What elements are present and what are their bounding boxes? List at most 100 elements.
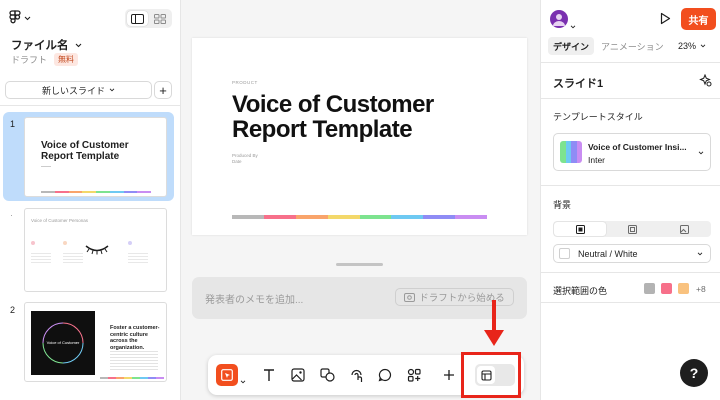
template-style-label: テンプレートスタイル xyxy=(553,112,643,122)
shapes-icon xyxy=(319,368,335,382)
thumb-title: Voice of Customer Report Template xyxy=(41,140,129,162)
slide-rainbow-bar xyxy=(232,215,487,219)
text-tool-button[interactable] xyxy=(258,364,280,386)
selection-color-swatch[interactable] xyxy=(678,283,689,294)
rainbow-segment xyxy=(263,215,296,219)
right-panel: 共有 デザイン アニメーション 23% スライド1 テンプレートスタイル Voi… xyxy=(540,0,720,400)
rainbow-segment xyxy=(423,215,456,219)
bg-gradient-button[interactable] xyxy=(606,222,658,236)
rainbow-segment xyxy=(54,191,69,193)
annotation-arrow-head xyxy=(484,330,504,346)
speaker-notes[interactable]: 発表者のメモを追加... ドラフトから始める xyxy=(192,277,527,319)
text-icon xyxy=(264,369,274,381)
thumb-text-lines xyxy=(128,253,148,263)
divider xyxy=(541,62,720,63)
rainbow-segment xyxy=(232,215,264,219)
background-color-select[interactable]: Neutral / White xyxy=(553,244,711,263)
file-name-button[interactable]: ファイル名 xyxy=(11,37,82,53)
thumb-text-lines xyxy=(63,253,83,263)
slide-thumbnail-2[interactable]: Voice of Customer Foster a customer-cent… xyxy=(24,302,167,382)
selection-color-swatch[interactable] xyxy=(644,283,655,294)
new-slide-button[interactable]: 新しいスライド xyxy=(5,81,152,99)
chevron-down-icon xyxy=(700,44,706,48)
chevron-down-icon xyxy=(109,88,115,92)
grid-icon xyxy=(153,13,166,24)
thumb-dot xyxy=(31,241,35,245)
rainbow-segment xyxy=(100,377,108,379)
thumb-rainbow-bar xyxy=(100,377,164,379)
interactive-tool-button[interactable] xyxy=(345,364,367,386)
more-colors-count[interactable]: +8 xyxy=(696,284,706,294)
template-style-picker[interactable]: Voice of Customer Insi... Inter xyxy=(553,133,711,171)
selection-color-swatch[interactable] xyxy=(661,283,672,294)
grid-view-button[interactable] xyxy=(150,11,171,26)
avatar-menu[interactable] xyxy=(570,16,576,34)
slide-number: 1 xyxy=(10,119,16,129)
slide-settings-button[interactable] xyxy=(699,73,712,92)
add-slide-button[interactable]: + xyxy=(154,81,172,99)
thumb-heading: Foster a customer-centric culture across… xyxy=(110,325,160,351)
tab-design[interactable]: デザイン xyxy=(548,37,595,55)
comment-tool-button[interactable] xyxy=(374,364,396,386)
divider xyxy=(0,105,180,106)
template-name: Voice of Customer Insi... xyxy=(588,142,687,152)
share-button[interactable]: 共有 xyxy=(681,8,716,30)
rainbow-segment xyxy=(137,191,151,193)
view-toggle[interactable] xyxy=(125,9,172,28)
chevron-down-icon xyxy=(75,43,81,47)
slide-canvas[interactable]: PRODUCT Voice of Customer Report Templat… xyxy=(192,38,527,235)
select-tool-button[interactable] xyxy=(216,364,238,386)
rainbow-segment xyxy=(108,377,116,379)
rainbow-segment xyxy=(116,377,124,379)
thumb-text-lines xyxy=(110,351,158,371)
single-view-button[interactable] xyxy=(127,11,148,26)
notes-resize-handle[interactable] xyxy=(336,263,383,266)
rainbow-segment xyxy=(124,377,132,379)
selection-colors-label: 選択範囲の色 xyxy=(553,286,608,296)
bg-solid-button[interactable] xyxy=(554,222,606,236)
bg-image-button[interactable] xyxy=(658,222,710,236)
slide-thumbnail-1[interactable]: Voice of Customer Report Template xyxy=(24,117,167,197)
chevron-down-icon xyxy=(240,380,246,384)
slide-heading: スライド1 xyxy=(553,78,604,90)
start-from-draft-button[interactable]: ドラフトから始める xyxy=(395,288,514,306)
rainbow-segment xyxy=(68,191,83,193)
shape-tool-button[interactable] xyxy=(316,364,338,386)
thumb-dot xyxy=(128,241,132,245)
image-tool-button[interactable] xyxy=(287,364,309,386)
draft-image-icon xyxy=(404,292,416,302)
cursor-icon xyxy=(221,369,233,381)
zoom-menu[interactable]: 23% xyxy=(678,37,706,55)
rainbow-segment xyxy=(156,377,164,379)
slide-label: PRODUCT xyxy=(232,80,258,85)
thumb-dark-image: Voice of Customer xyxy=(31,311,95,375)
zoom-value: 23% xyxy=(678,41,697,51)
slide-title[interactable]: Voice of Customer Report Template xyxy=(232,92,434,142)
avatar[interactable] xyxy=(550,10,568,28)
thumb-title: Voice of Customer Personas xyxy=(31,218,89,223)
rainbow-segment xyxy=(455,215,487,219)
file-name: ファイル名 xyxy=(11,40,69,52)
tab-animation[interactable]: アニメーション xyxy=(601,37,664,55)
rainbow-segment xyxy=(148,377,156,379)
rainbow-segment xyxy=(295,215,328,219)
background-label: 背景 xyxy=(553,200,572,210)
user-icon xyxy=(553,14,565,26)
background-value: Neutral / White xyxy=(578,248,638,259)
rainbow-segment xyxy=(109,191,124,193)
background-type-segmented[interactable] xyxy=(553,221,711,237)
present-button[interactable] xyxy=(660,12,671,30)
rainbow-segment xyxy=(82,191,96,193)
select-tool-menu[interactable] xyxy=(240,371,246,389)
plus-icon: + xyxy=(159,82,167,98)
main-menu-button[interactable] xyxy=(9,10,31,26)
chevron-down-icon xyxy=(570,25,576,29)
thumb-center-label: Voice of Customer xyxy=(46,340,80,345)
add-button[interactable] xyxy=(438,364,460,386)
rainbow-segment xyxy=(327,215,360,219)
assets-tool-button[interactable] xyxy=(403,364,425,386)
color-swatch xyxy=(559,248,570,259)
help-button[interactable]: ? xyxy=(680,359,708,387)
slide-thumbnail-personas[interactable]: Voice of Customer Personas xyxy=(24,208,167,292)
rainbow-segment xyxy=(41,191,55,193)
